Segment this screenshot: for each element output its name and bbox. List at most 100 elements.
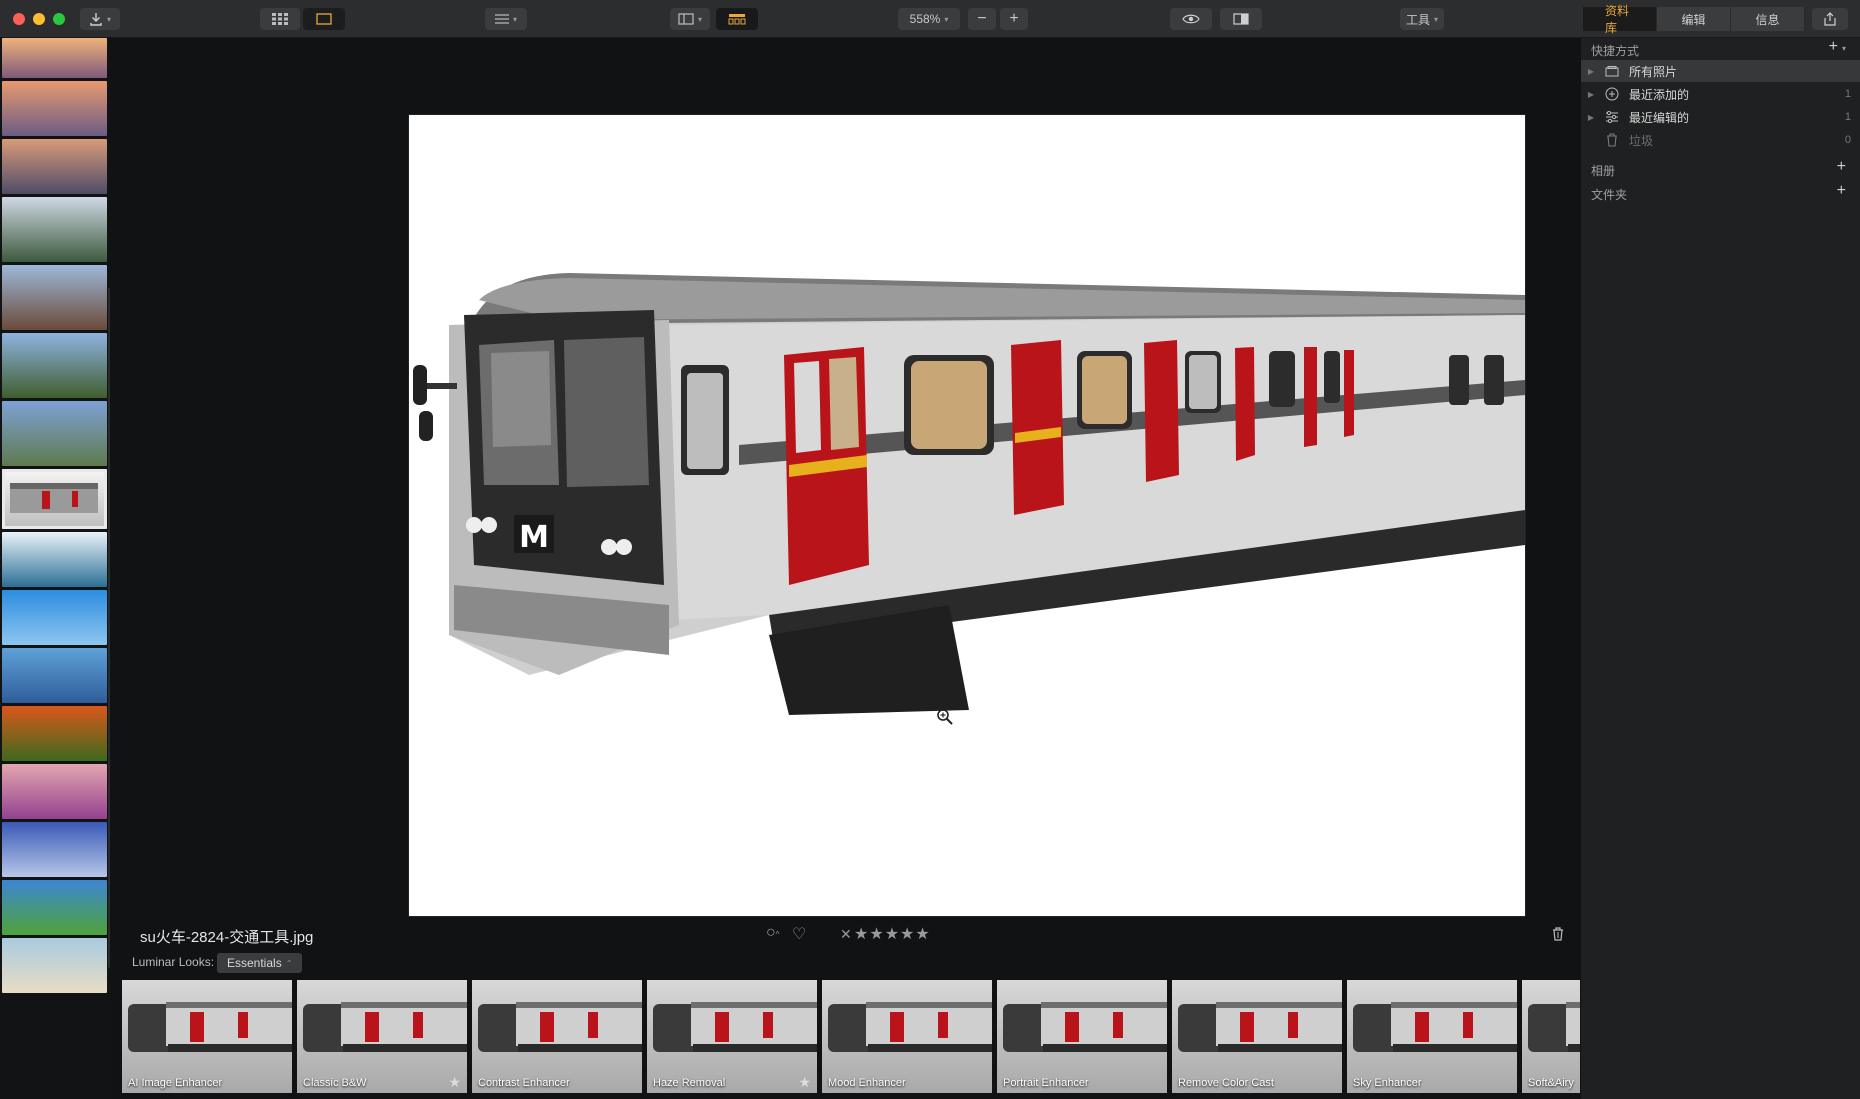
- favorite-button[interactable]: ♡: [792, 924, 806, 944]
- trash-icon: [1601, 133, 1623, 147]
- compare-button[interactable]: [1220, 8, 1262, 30]
- shortcuts-header: 快捷方式: [1591, 44, 1640, 58]
- import-button[interactable]: ▾: [80, 8, 120, 30]
- zoom-window-button[interactable]: [53, 13, 65, 25]
- single-view-button[interactable]: [303, 8, 345, 30]
- zoom-out-button[interactable]: −: [968, 8, 996, 30]
- look-thumbnail: [303, 998, 467, 1054]
- add-circle-icon: [1601, 87, 1623, 101]
- main-photo[interactable]: M: [409, 115, 1525, 916]
- filmstrip-thumbnail[interactable]: [2, 265, 107, 330]
- look-label: Mood Enhancer: [828, 1077, 906, 1089]
- grid-view-button[interactable]: [260, 8, 300, 30]
- sidebar-icon: [678, 13, 694, 25]
- grid-icon: [272, 13, 288, 25]
- filmstrip-thumbnail[interactable]: [2, 764, 107, 819]
- chevron-down-icon: ▾: [697, 14, 702, 24]
- sidebar-item-recently-added[interactable]: ▶ 最近添加的 1: [1581, 83, 1860, 105]
- sidebar-item-label: 垃圾: [1629, 133, 1654, 148]
- filmstrip-thumbnail[interactable]: [2, 648, 107, 703]
- look-preset[interactable]: Soft&Airy: [1522, 980, 1580, 1093]
- sort-button[interactable]: ▾: [485, 8, 527, 30]
- tools-label: 工具: [1405, 12, 1430, 27]
- filmstrip-thumbnail[interactable]: [2, 880, 107, 935]
- trash-icon[interactable]: [1552, 927, 1564, 941]
- close-window-button[interactable]: [13, 13, 25, 25]
- share-icon: [1824, 12, 1836, 26]
- chevron-down-icon: ▾: [512, 14, 517, 24]
- reject-button[interactable]: ✕: [840, 926, 852, 943]
- filmstrip-thumbnail[interactable]: [2, 532, 107, 587]
- sidebar-item-all-photos[interactable]: ▶ 所有照片: [1581, 60, 1860, 82]
- look-label: Haze Removal: [653, 1077, 726, 1089]
- filmstrip-thumbnail[interactable]: [2, 938, 107, 993]
- library-panel: 快捷方式 + ▾ ▶ 所有照片 ▶ 最近添加的 1 ▶ 最近编辑的 1 垃圾 0 …: [1580, 38, 1860, 1099]
- color-label-button[interactable]: ○^: [766, 924, 779, 942]
- sidebar-item-label: 所有照片: [1629, 64, 1678, 79]
- tools-dropdown[interactable]: 工具 ▾: [1400, 8, 1444, 30]
- look-preset[interactable]: Mood Enhancer: [822, 980, 992, 1093]
- filmstrip-thumbnail[interactable]: [2, 401, 107, 466]
- look-preset[interactable]: Haze Removal ★: [647, 980, 817, 1093]
- add-shortcut-button[interactable]: + ▾: [1829, 38, 1846, 56]
- add-album-button[interactable]: +: [1837, 158, 1846, 176]
- list-icon: [494, 14, 509, 24]
- sidebar-item-trash[interactable]: 垃圾 0: [1581, 129, 1860, 151]
- train-logo: M: [519, 520, 549, 555]
- filmstrip-thumbnail[interactable]: [2, 139, 107, 194]
- download-icon: [90, 13, 102, 26]
- filmstrip-thumbnail[interactable]: [2, 469, 107, 529]
- share-button[interactable]: [1812, 8, 1848, 30]
- zoom-dropdown[interactable]: 558% ▾: [898, 8, 960, 30]
- disclosure-triangle-icon[interactable]: ▶: [1581, 67, 1601, 76]
- filmstrip-thumbnail[interactable]: [2, 706, 107, 761]
- tab-library[interactable]: 资料库: [1583, 4, 1657, 35]
- add-folder-button[interactable]: +: [1837, 182, 1846, 200]
- plus-icon: +: [1009, 10, 1019, 27]
- compare-icon: [1233, 13, 1249, 25]
- folders-header: 文件夹: [1591, 188, 1628, 202]
- look-preset[interactable]: Remove Color Cast: [1172, 980, 1342, 1093]
- preview-button[interactable]: [1170, 8, 1212, 30]
- filmstrip-thumbnail[interactable]: [2, 822, 107, 877]
- look-preset[interactable]: AI Image Enhancer: [122, 980, 292, 1093]
- disclosure-triangle-icon[interactable]: ▶: [1581, 113, 1601, 122]
- looks-strip: AI Image Enhancer Classic B&W ★ Contrast En…: [122, 980, 1580, 1095]
- file-name: su火车-2824-交通工具.jpg: [140, 929, 314, 946]
- look-label: Remove Color Cast: [1178, 1077, 1274, 1089]
- look-thumbnail: [1353, 998, 1517, 1054]
- disclosure-triangle-icon[interactable]: ▶: [1581, 90, 1601, 99]
- look-preset[interactable]: Classic B&W ★: [297, 980, 467, 1093]
- tab-edit[interactable]: 编辑: [1657, 7, 1731, 31]
- star-icon[interactable]: ★: [448, 1074, 461, 1091]
- filmstrip-thumbnail[interactable]: [2, 81, 107, 136]
- circle-icon: ○: [766, 924, 776, 941]
- mode-tabs: 资料库 编辑 信息: [1583, 4, 1805, 35]
- look-preset[interactable]: Contrast Enhancer: [472, 980, 642, 1093]
- image-canvas[interactable]: M: [118, 38, 1580, 918]
- look-thumbnail: [1178, 998, 1342, 1054]
- filmstrip-thumbnail[interactable]: [2, 197, 107, 262]
- filmstrip-thumbnail[interactable]: [2, 38, 107, 78]
- reject-icon: ✕: [840, 926, 852, 942]
- look-preset[interactable]: Sky Enhancer: [1347, 980, 1517, 1093]
- filmstrip-thumbnail[interactable]: [2, 590, 107, 645]
- looks-category-dropdown[interactable]: Essentials ⌃: [217, 953, 303, 973]
- train-image: M: [413, 273, 1525, 715]
- filmstrip-scrollbar[interactable]: [108, 288, 110, 968]
- single-image-icon: [316, 13, 332, 25]
- look-preset[interactable]: Portrait Enhancer: [997, 980, 1167, 1093]
- folder-icon: [1601, 65, 1623, 77]
- look-thumbnail: [128, 998, 292, 1054]
- zoom-in-button[interactable]: +: [1000, 8, 1028, 30]
- tab-info[interactable]: 信息: [1731, 7, 1805, 31]
- look-thumbnail: [828, 998, 992, 1054]
- filmstrip-thumbnail[interactable]: [2, 333, 107, 398]
- sidebar-toggle-button[interactable]: ▾: [670, 8, 710, 30]
- minimize-window-button[interactable]: [33, 13, 45, 25]
- star-rating[interactable]: ★★★★★: [854, 924, 931, 944]
- look-thumbnail: [653, 998, 817, 1054]
- star-icon[interactable]: ★: [798, 1074, 811, 1091]
- filmstrip-toggle-button[interactable]: [716, 8, 758, 30]
- sidebar-item-recently-edited[interactable]: ▶ 最近编辑的 1: [1581, 106, 1860, 128]
